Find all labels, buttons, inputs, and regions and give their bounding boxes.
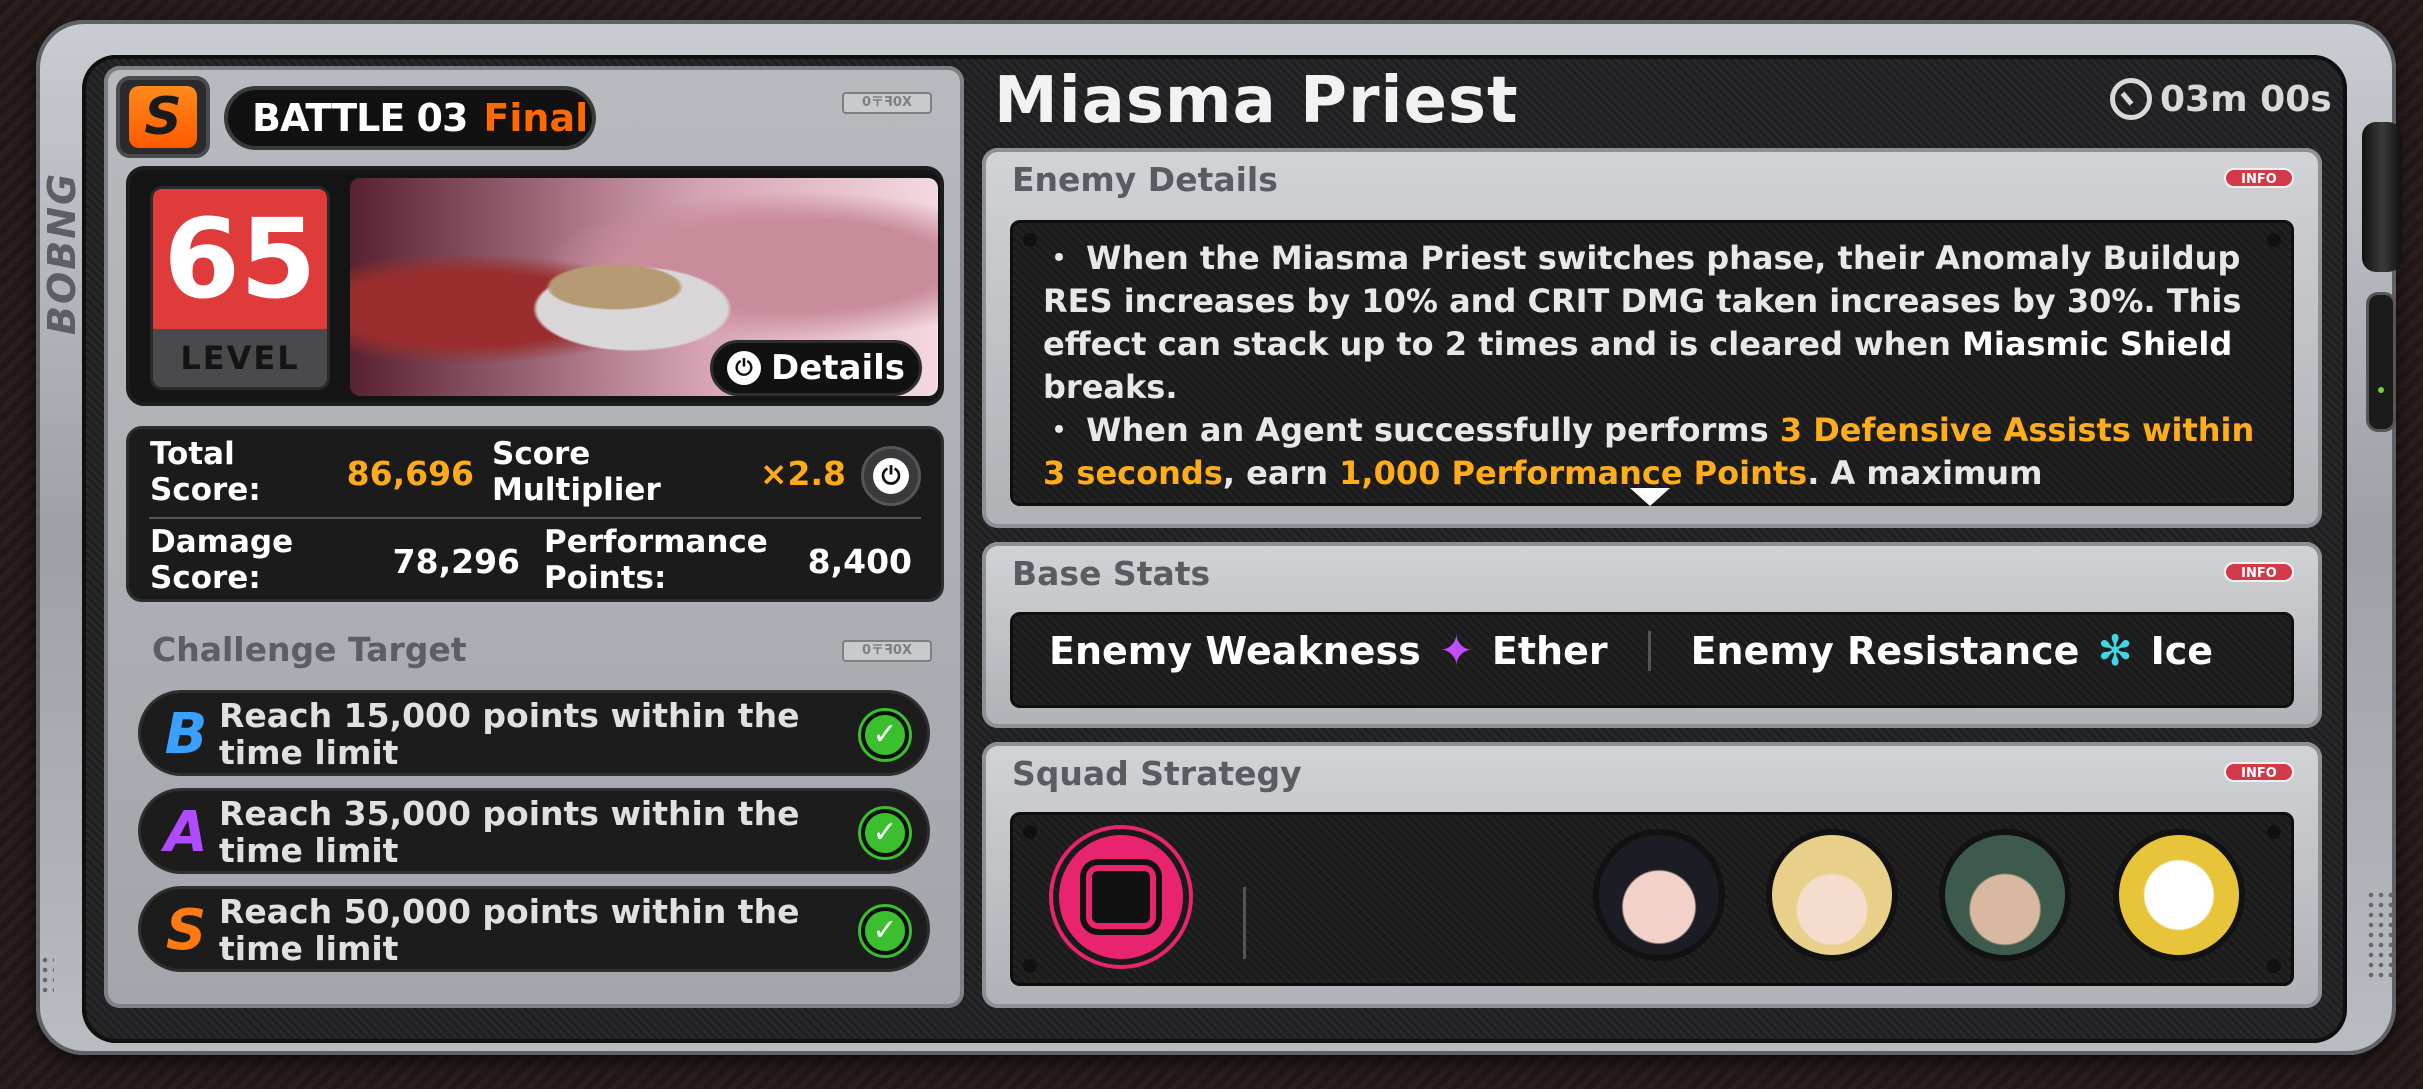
- squad-box: [1010, 812, 2294, 986]
- enemy-name: Miasma Priest: [994, 64, 1519, 138]
- squad-divider: [1243, 887, 1246, 959]
- level-label: LEVEL: [153, 329, 327, 387]
- speaker-grille: [2366, 890, 2394, 980]
- squad-strategy-section: Squad Strategy INFO: [982, 742, 2322, 1008]
- rank-letter: S: [129, 86, 197, 148]
- details-button[interactable]: ⏻ Details: [710, 340, 922, 396]
- performance-points-label: Performance Points:: [544, 524, 768, 596]
- device-slider: [2366, 292, 2396, 432]
- weakness-value: Ether: [1491, 629, 1608, 673]
- score-divider: [149, 517, 921, 519]
- squad-strategy-title: Squad Strategy: [1012, 754, 1302, 793]
- level-box: 65 LEVEL: [150, 186, 330, 390]
- performance-points-value: 8,400: [807, 542, 912, 581]
- panel-tag: 0〒ꟻ0X: [842, 92, 932, 114]
- resistance-label: Enemy Resistance: [1690, 629, 2080, 673]
- info-button[interactable]: INFO: [2224, 562, 2294, 582]
- damage-score-value: 78,296: [392, 542, 520, 581]
- challenge-text: Reach 15,000 points within the time limi…: [219, 696, 800, 772]
- challenge-text: Reach 35,000 points within the time limi…: [219, 794, 800, 870]
- clock-icon: [2110, 78, 2152, 120]
- agent-avatar-2[interactable]: [1766, 829, 1898, 961]
- challenge-target-title: Challenge Target: [152, 630, 467, 669]
- bolt: [2267, 825, 2281, 839]
- challenge-target-s: S Reach 50,000 points within the time li…: [138, 886, 930, 972]
- multiplier-info-button[interactable]: ⏻: [861, 446, 921, 506]
- speaker-grille-left: [40, 955, 54, 995]
- enemy-details-box[interactable]: ・ When the Miasma Priest switches phase,…: [1010, 220, 2294, 506]
- slider-led: [2378, 387, 2384, 393]
- battle-title: BATTLE 03: [252, 96, 468, 140]
- bolt: [1023, 825, 1037, 839]
- bolt: [1023, 233, 1037, 247]
- agent-avatar-1[interactable]: [1593, 829, 1725, 961]
- power-icon: ⏻: [726, 351, 761, 385]
- ice-icon: ✻: [2097, 626, 2133, 675]
- score-multiplier-label: Score Multiplier: [492, 436, 661, 508]
- challenge-target-b: B Reach 15,000 points within the time li…: [138, 690, 930, 776]
- details-label: Details: [770, 348, 906, 388]
- total-score-value: 86,696: [346, 454, 474, 493]
- battle-stage: Final: [483, 96, 589, 140]
- agent-avatar-3[interactable]: [1939, 829, 2071, 961]
- device-knob: [2362, 122, 2402, 272]
- check-icon: ✓: [861, 711, 909, 759]
- info-button[interactable]: INFO: [2224, 168, 2294, 188]
- challenge-tag: 0〒ꟻ0X: [842, 640, 932, 662]
- grade-b-icon: B: [164, 702, 208, 767]
- rank-badge: S: [116, 76, 210, 158]
- bolt: [1023, 959, 1037, 973]
- enemy-detail-paragraph-2: ・ When an Agent successfully performs 3 …: [1043, 411, 2255, 492]
- scroll-down-indicator[interactable]: [1630, 488, 1670, 506]
- timer: 03m 00s: [2110, 78, 2332, 120]
- enemy-details-title: Enemy Details: [1012, 160, 1278, 199]
- total-score-label: Total Score:: [150, 436, 261, 508]
- power-icon: ⏻: [873, 458, 909, 494]
- weakness-label: Enemy Weakness: [1049, 629, 1421, 673]
- check-icon: ✓: [861, 809, 909, 857]
- base-stats-row: Enemy Weakness ✦ Ether Enemy Resistance …: [1049, 629, 2213, 673]
- grade-s-icon: S: [165, 898, 207, 963]
- level-number: 65: [153, 189, 327, 329]
- enemy-details-section: Enemy Details INFO ・ When the Miasma Pri…: [982, 148, 2322, 528]
- battle-title-pill: BATTLE 03 Final: [224, 86, 596, 150]
- check-icon: ✓: [861, 907, 909, 955]
- bolt: [2267, 959, 2281, 973]
- bolt: [2267, 233, 2281, 247]
- info-button[interactable]: INFO: [2224, 762, 2294, 782]
- base-stats-section: Base Stats INFO Enemy Weakness ✦ Ether E…: [982, 542, 2322, 728]
- agent-avatar-4[interactable]: [2113, 829, 2245, 961]
- damage-score-label: Damage Score:: [150, 524, 294, 596]
- score-multiplier-value: ×2.8: [759, 454, 846, 493]
- base-stats-title: Base Stats: [1012, 554, 1211, 593]
- resistance-value: Ice: [2150, 629, 2214, 673]
- device-brand-text: BOBNG: [40, 171, 84, 335]
- fist-strike-icon[interactable]: [1053, 829, 1189, 965]
- grade-a-icon: A: [164, 800, 208, 865]
- challenge-target-a: A Reach 35,000 points within the time li…: [138, 788, 930, 874]
- stats-divider: [1647, 631, 1651, 671]
- enemy-details-text: ・ When the Miasma Priest switches phase,…: [1043, 237, 2261, 503]
- base-stats-box: Enemy Weakness ✦ Ether Enemy Resistance …: [1010, 612, 2294, 708]
- ether-icon: ✦: [1438, 626, 1474, 675]
- enemy-detail-paragraph-1: ・ When the Miasma Priest switches phase,…: [1043, 239, 2242, 406]
- challenge-text: Reach 50,000 points within the time limi…: [219, 892, 800, 968]
- timer-value: 03m 00s: [2160, 78, 2332, 120]
